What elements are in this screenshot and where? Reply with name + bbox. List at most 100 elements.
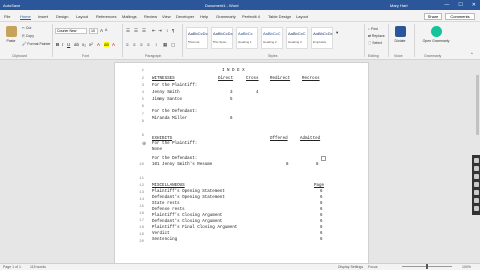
style-emphasis[interactable]: AaBbCcDc Emphasis [311, 27, 333, 49]
separator [388, 24, 389, 57]
style-heading-2[interactable]: AaBbCcC Heading 2 [261, 27, 283, 49]
justify-icon[interactable]: ≡ [147, 42, 150, 47]
table-move-handle[interactable]: ⊕ [142, 141, 146, 147]
page-count[interactable]: Page 1 of 1 [3, 265, 21, 269]
line-number: 17 [139, 219, 144, 223]
misc-item: Verdict [152, 232, 170, 236]
bold-button[interactable]: B [56, 42, 59, 47]
style-name: Heading 3 [288, 40, 302, 44]
style-normal[interactable]: AaBbCcDc ¶Normal [186, 27, 208, 49]
dictate-button[interactable]: Dictate [391, 26, 409, 43]
minimize-button[interactable]: — [444, 2, 449, 8]
word-count[interactable]: 115 words [30, 265, 46, 269]
table-cell-marker [321, 156, 326, 161]
zoom-level[interactable]: 100% [462, 265, 471, 269]
increase-indent-icon[interactable]: ⇥ [158, 28, 162, 34]
focus-mode[interactable]: Focus [368, 265, 378, 269]
subscript-icon[interactable]: x₂ [82, 42, 86, 47]
bullets-icon[interactable]: ☰ [126, 28, 130, 34]
tab-grammarly[interactable]: Grammarly [216, 14, 236, 19]
page-ref: 6 [230, 117, 233, 121]
show-marks-icon[interactable]: ¶ [172, 28, 174, 33]
tool-icon[interactable] [473, 206, 479, 211]
misc-item: State rests [152, 202, 180, 206]
display-settings[interactable]: Display Settings [338, 265, 363, 269]
maximize-button[interactable]: ☐ [458, 2, 462, 8]
page-ref: 6 [320, 226, 323, 230]
zoom-slider-thumb[interactable] [426, 264, 428, 269]
select-label: Select [372, 41, 383, 45]
shrink-font-icon[interactable]: A [105, 28, 107, 32]
separator [414, 24, 415, 57]
borders-icon[interactable]: ▢ [171, 42, 175, 48]
copy-icon[interactable]: ⎘ Copy [22, 34, 34, 38]
find-button[interactable]: ⌕ Find [368, 27, 378, 31]
page-ref: 6 [320, 196, 323, 200]
numbering-icon[interactable]: ☰ [134, 28, 138, 34]
format-painter-icon[interactable]: 🖌 Format Painter [22, 42, 51, 46]
style-heading-1[interactable]: AaBbCc Heading 1 [236, 27, 258, 49]
cut-icon[interactable]: ✂ Cut [22, 26, 31, 30]
tab-table-design[interactable]: Table Design [268, 14, 291, 19]
line-spacing-icon[interactable]: ↕ [155, 42, 157, 47]
underline-button[interactable]: U [67, 42, 70, 47]
witness-name: Miranda Miller [152, 117, 188, 121]
tool-icon[interactable] [473, 190, 479, 195]
align-center-icon[interactable]: ≡ [133, 42, 136, 47]
tab-home[interactable]: Home [20, 14, 31, 20]
tab-help[interactable]: Help [200, 14, 208, 19]
tool-icon[interactable] [473, 174, 479, 179]
tool-icon[interactable] [473, 182, 479, 187]
autosave-toggle[interactable]: AutoSave [3, 3, 20, 8]
grow-font-icon[interactable]: A [100, 28, 103, 33]
close-button[interactable]: ✕ [472, 2, 476, 8]
italic-button[interactable]: I [62, 42, 63, 47]
align-left-icon[interactable]: ≡ [126, 42, 129, 47]
strikethrough-icon[interactable]: ab [74, 42, 79, 47]
tab-insert[interactable]: Insert [38, 14, 48, 19]
tool-icon[interactable] [473, 166, 479, 171]
tab-design[interactable]: Design [56, 14, 68, 19]
styles-more-icon[interactable]: ▾ [336, 30, 338, 36]
replace-button[interactable]: ⇄ Replace [368, 34, 385, 38]
tool-icon[interactable] [473, 158, 479, 163]
user-name[interactable]: Mary Hart [390, 3, 408, 8]
style-name: Emphasis [313, 40, 327, 44]
style-no-spacing[interactable]: AaBbCcDc ¶No Spac... [211, 27, 233, 49]
misc-item: Sentencing [152, 238, 178, 242]
superscript-icon[interactable]: x² [89, 42, 93, 47]
align-right-icon[interactable]: ≡ [140, 42, 143, 47]
highlight-icon[interactable]: ab [104, 42, 110, 47]
tab-developer[interactable]: Developer [176, 14, 194, 19]
separator [364, 24, 365, 57]
scrollbar-thumb[interactable] [476, 75, 479, 135]
font-group-label: Font [82, 54, 90, 58]
tab-layout[interactable]: Layout [76, 14, 88, 19]
collapse-ribbon-icon[interactable]: ⌃ [470, 52, 474, 58]
misc-item: Plaintiff's Opening Statement [152, 190, 225, 194]
tab-table-layout[interactable]: Layout [296, 14, 308, 19]
tab-references[interactable]: References [96, 14, 116, 19]
multilevel-list-icon[interactable]: ☰ [142, 28, 146, 34]
tab-file[interactable]: File [4, 14, 10, 19]
for-defendant-label: For the Defendant: [152, 110, 198, 114]
font-size-select[interactable]: 10 [89, 28, 98, 34]
shading-icon[interactable]: ▦ [163, 42, 167, 48]
tab-mailings[interactable]: Mailings [122, 14, 137, 19]
tab-perfectit[interactable]: Perfectit 4 [242, 14, 260, 19]
text-effects-icon[interactable]: A [112, 42, 115, 47]
open-grammarly-button[interactable]: Open Grammarly [422, 26, 450, 43]
tab-review[interactable]: Review [144, 14, 157, 19]
font-color-icon[interactable]: A [97, 42, 100, 47]
select-button[interactable]: ⬚ Select [368, 41, 382, 45]
tab-view[interactable]: View [162, 14, 171, 19]
sort-icon[interactable]: ↕ [166, 28, 168, 33]
share-button[interactable]: Share [424, 13, 442, 20]
tool-icon[interactable] [473, 198, 479, 203]
decrease-indent-icon[interactable]: ⇤ [152, 28, 156, 34]
comments-button[interactable]: Comments [445, 13, 475, 20]
page-ref: 8 [316, 163, 319, 167]
paste-button[interactable]: Paste [2, 26, 20, 43]
style-heading-3[interactable]: AaBbCcC Heading 3 [286, 27, 308, 49]
font-name-select[interactable]: Courier New [55, 28, 87, 34]
